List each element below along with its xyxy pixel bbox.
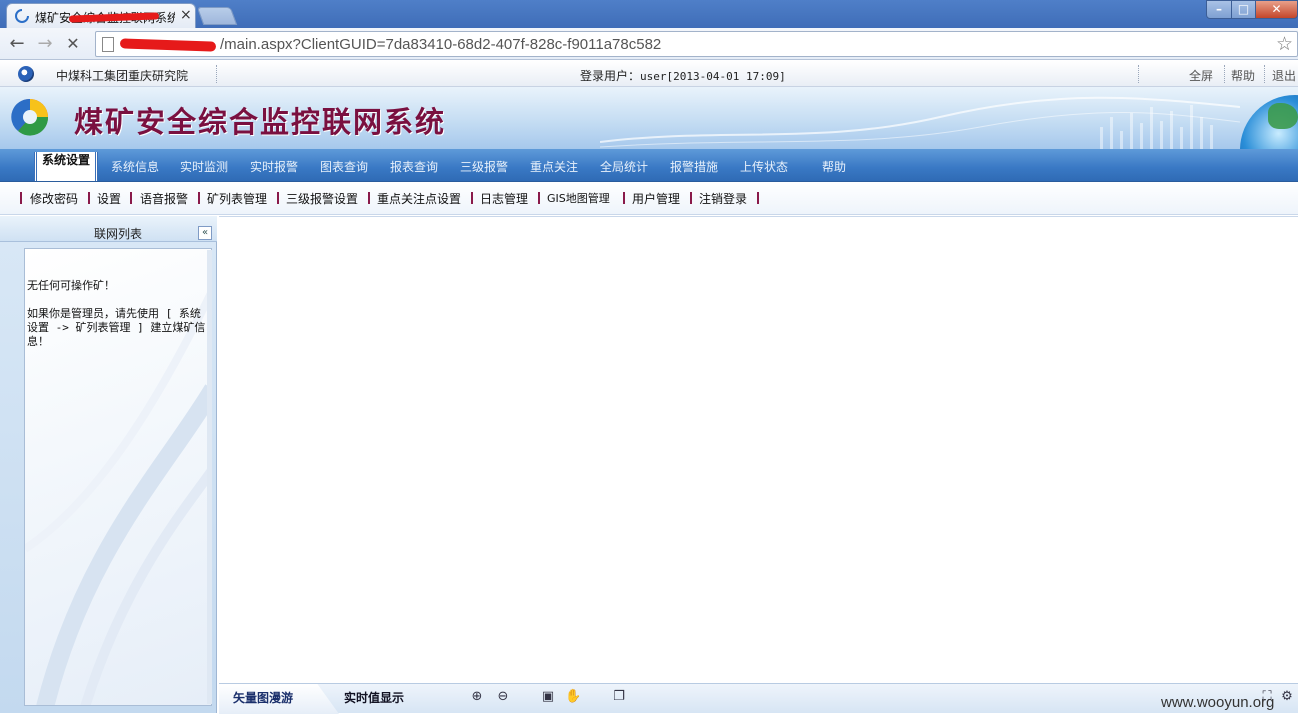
back-button[interactable]: ← — [6, 33, 28, 55]
sub-nav: 修改密码 设置 语音报警 矿列表管理 三级报警设置 重点关注点设置 日志管理 G… — [0, 182, 1298, 215]
app-banner: 煤矿安全综合监控联网系统 — [0, 87, 1298, 149]
tab-vector-roam[interactable]: 矢量图漫游 — [233, 689, 293, 707]
redaction-mark — [119, 38, 217, 52]
page-icon — [102, 37, 114, 52]
nav-item-realtime-monitor[interactable]: 实时监测 — [180, 158, 228, 174]
new-tab-button[interactable] — [196, 7, 238, 25]
divider — [1264, 65, 1265, 83]
nav-item-key-focus[interactable]: 重点关注 — [530, 158, 578, 174]
system-logo-icon — [11, 98, 49, 136]
divider — [471, 192, 473, 204]
org-logo-icon — [18, 66, 34, 82]
collapse-icon[interactable]: « — [198, 226, 212, 240]
app-topbar: 中煤科工集团重庆研究院 登录用户：user[2013-04-01 17:09] … — [0, 61, 1298, 87]
bookmark-star-icon[interactable]: ☆ — [1276, 33, 1293, 55]
subnav-change-password[interactable]: 修改密码 — [30, 190, 78, 206]
window-controls: – □ ✕ — [1206, 0, 1298, 20]
divider — [88, 192, 90, 204]
sidebar: 联网列表 « 无任何可操作矿！ 如果你是管理员，请先使用 [ 系统设置 -> 矿… — [0, 216, 217, 713]
url-text: /main.aspx?ClientGUID=7da83410-68d2-407f… — [220, 36, 662, 53]
nav-item-three-level-alarm[interactable]: 三级报警 — [460, 158, 508, 174]
stop-button[interactable]: ✕ — [62, 33, 84, 55]
nav-item-system-info[interactable]: 系统信息 — [111, 158, 159, 174]
nav-item-alarm-measures[interactable]: 报警措施 — [670, 158, 718, 174]
subnav-gis-map[interactable]: GIS地图管理 — [547, 190, 610, 206]
subnav-three-level-alarm-settings[interactable]: 三级报警设置 — [286, 190, 358, 206]
login-label: 登录用户： — [580, 69, 641, 83]
login-info: 登录用户：user[2013-04-01 17:09] — [580, 67, 786, 83]
close-window-button[interactable]: ✕ — [1255, 0, 1298, 19]
pan-hand-icon[interactable]: ✋ — [565, 689, 581, 705]
address-bar[interactable]: /main.aspx?ClientGUID=7da83410-68d2-407f… — [95, 31, 1298, 57]
browser-tabstrip: 煤矿安全综合监控联网系统 × – □ ✕ — [0, 0, 1298, 28]
subnav-settings[interactable]: 设置 — [97, 190, 121, 206]
watermark: www.wooyun.org — [1161, 694, 1275, 711]
nav-item-system-settings[interactable]: 系统设置 — [34, 152, 98, 181]
tab-realtime-display[interactable]: 实时值显示 — [344, 689, 404, 707]
subnav-key-point-settings[interactable]: 重点关注点设置 — [377, 190, 461, 206]
layers-icon[interactable]: ❐ — [611, 689, 627, 705]
nav-item-global-stats[interactable]: 全局统计 — [600, 158, 648, 174]
divider — [690, 192, 692, 204]
divider — [20, 192, 22, 204]
divider — [623, 192, 625, 204]
help-link[interactable]: 帮助 — [1231, 67, 1255, 83]
subnav-logout[interactable]: 注销登录 — [699, 190, 747, 206]
no-mine-text: 无任何可操作矿！ — [27, 279, 115, 292]
nav-item-chart-query[interactable]: 图表查询 — [320, 158, 368, 174]
divider — [198, 192, 200, 204]
loading-icon — [15, 9, 29, 23]
empty-mine-message: 无任何可操作矿！ 如果你是管理员，请先使用 [ 系统设置 -> 矿列表管理 ] … — [27, 279, 207, 363]
browser-toolbar: ← → ✕ /main.aspx?ClientGUID=7da83410-68d… — [0, 28, 1298, 60]
banner-decoration — [600, 96, 1240, 149]
nav-item-upload-status[interactable]: 上传状态 — [740, 158, 788, 174]
subnav-log-management[interactable]: 日志管理 — [480, 190, 528, 206]
nav-item-realtime-alarm[interactable]: 实时报警 — [250, 158, 298, 174]
globe-land — [1268, 103, 1298, 129]
zoom-out-icon[interactable]: ⊖ — [495, 689, 511, 705]
divider — [538, 192, 540, 204]
sidebar-header: 联网列表 « — [0, 216, 217, 242]
divider — [368, 192, 370, 204]
main-nav: 系统设置 系统信息 实时监测 实时报警 图表查询 报表查询 三级报警 重点关注 … — [0, 149, 1298, 182]
mine-list-panel: 无任何可操作矿！ 如果你是管理员，请先使用 [ 系统设置 -> 矿列表管理 ] … — [24, 248, 212, 706]
divider — [1224, 65, 1225, 83]
divider — [1138, 65, 1139, 83]
fullscreen-link[interactable]: 全屏 — [1189, 67, 1213, 83]
subnav-voice-alarm[interactable]: 语音报警 — [140, 190, 188, 206]
system-title: 煤矿安全综合监控联网系统 — [74, 105, 447, 139]
org-name: 中煤科工集团重庆研究院 — [56, 69, 189, 83]
zoom-in-icon[interactable]: ⊕ — [469, 689, 485, 705]
subnav-mine-list[interactable]: 矿列表管理 — [207, 190, 267, 206]
minimize-button[interactable]: – — [1206, 0, 1232, 19]
login-value: user[2013-04-01 17:09] — [640, 70, 786, 83]
forward-button[interactable]: → — [34, 33, 56, 55]
maximize-button[interactable]: □ — [1231, 0, 1256, 19]
sidebar-scrollbar[interactable] — [207, 250, 212, 704]
divider — [216, 65, 217, 83]
admin-hint-text: 如果你是管理员，请先使用 [ 系统设置 -> 矿列表管理 ] 建立煤矿信息！ — [27, 307, 206, 348]
browser-tab[interactable]: 煤矿安全综合监控联网系统 × — [6, 3, 196, 28]
divider — [757, 192, 759, 204]
main-content-area — [219, 216, 1298, 683]
subnav-user-management[interactable]: 用户管理 — [632, 190, 680, 206]
logout-link[interactable]: 退出 — [1272, 67, 1296, 83]
map-toolbar: 矢量图漫游 实时值显示 ⊕ ⊖ ▣ ✋ ❐ ⛶ ⚙ — [219, 683, 1298, 714]
full-extent-icon[interactable]: ▣ — [540, 689, 556, 705]
nav-item-report-query[interactable]: 报表查询 — [390, 158, 438, 174]
settings-icon[interactable]: ⚙ — [1279, 689, 1295, 705]
nav-item-help[interactable]: 帮助 — [822, 158, 846, 174]
tab-close-icon[interactable]: × — [180, 7, 192, 23]
divider — [277, 192, 279, 204]
divider — [130, 192, 132, 204]
